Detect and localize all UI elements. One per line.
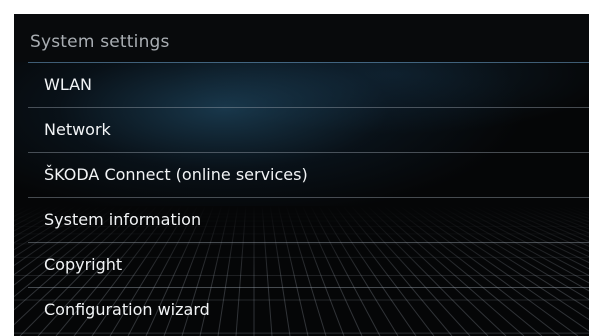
menu-item-configuration-wizard[interactable]: Configuration wizard bbox=[28, 287, 589, 332]
menu-item-label: Configuration wizard bbox=[44, 299, 210, 319]
grid-line bbox=[14, 206, 20, 209]
menu-item-wlan[interactable]: WLAN bbox=[28, 62, 589, 107]
menu-item-skoda-connect[interactable]: ŠKODA Connect (online services) bbox=[28, 152, 589, 197]
menu-item-label: ŠKODA Connect (online services) bbox=[44, 164, 308, 184]
grid-line bbox=[14, 206, 28, 213]
settings-menu: WLAN Network ŠKODA Connect (online servi… bbox=[28, 62, 589, 332]
menu-item-label: WLAN bbox=[44, 74, 93, 94]
title-bar: System settings bbox=[14, 14, 589, 62]
page-title: System settings bbox=[30, 32, 170, 52]
menu-item-label: System information bbox=[44, 209, 202, 229]
menu-item-system-information[interactable]: System information bbox=[28, 197, 589, 242]
menu-item-label: Copyright bbox=[44, 254, 123, 274]
menu-item-network[interactable]: Network bbox=[28, 107, 589, 152]
infotainment-screen: System settings WLAN Network ŠKODA Conne… bbox=[14, 14, 589, 336]
menu-item-label: Network bbox=[44, 119, 111, 139]
menu-item-copyright[interactable]: Copyright bbox=[28, 242, 589, 287]
